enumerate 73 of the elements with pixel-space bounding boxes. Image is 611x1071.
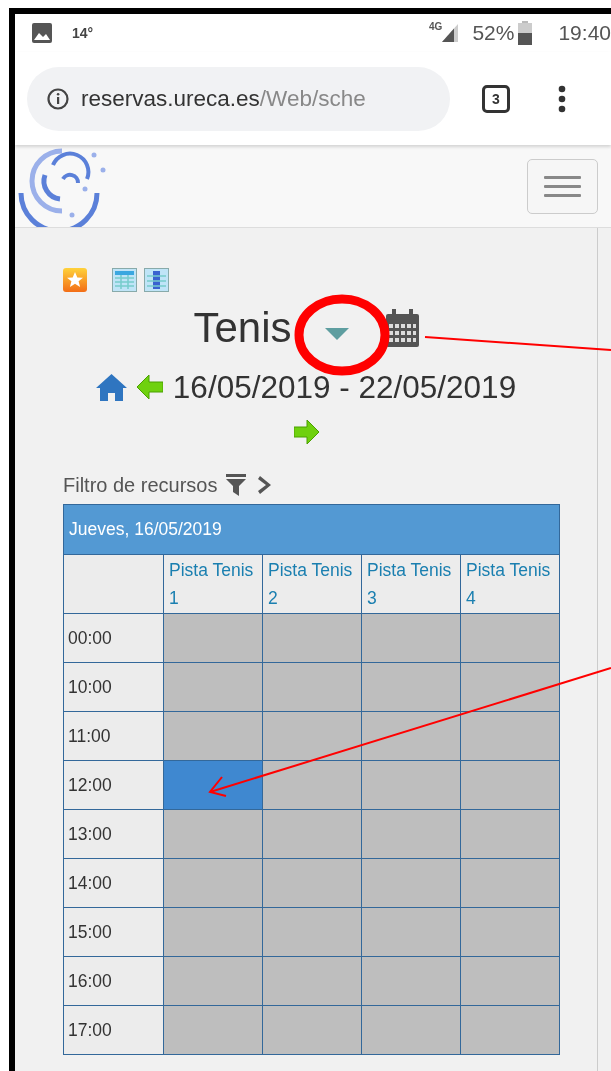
address-bar[interactable]: reservas.ureca.es/Web/sche: [27, 66, 450, 131]
signal-icon: [442, 24, 459, 42]
time-slot[interactable]: [460, 613, 560, 663]
time-slot[interactable]: [361, 711, 461, 761]
menu-button[interactable]: [527, 158, 598, 214]
clock: 19:40: [558, 21, 611, 45]
resource-link[interactable]: Pista Tenis 1: [163, 554, 263, 614]
time-slot[interactable]: [361, 662, 461, 712]
time-cell: 15:00: [63, 907, 164, 957]
chevron-right-icon[interactable]: [257, 476, 271, 494]
time-slot[interactable]: [163, 711, 263, 761]
time-slot[interactable]: [460, 662, 560, 712]
time-slot[interactable]: [262, 809, 362, 859]
time-slot[interactable]: [361, 1005, 461, 1055]
caret-icon[interactable]: [324, 328, 349, 340]
time-slot[interactable]: [460, 956, 560, 1006]
time-slot[interactable]: [262, 907, 362, 957]
time-slot[interactable]: [262, 662, 362, 712]
time-slot[interactable]: [361, 613, 461, 663]
time-slot[interactable]: [262, 613, 362, 663]
time-cell: 13:00: [63, 809, 164, 859]
time-slot[interactable]: [460, 711, 560, 761]
time-slot[interactable]: [262, 956, 362, 1006]
time-slot[interactable]: [460, 858, 560, 908]
time-slot[interactable]: [163, 613, 263, 663]
time-slot[interactable]: [262, 760, 362, 810]
resource-link[interactable]: Pista Tenis 4: [460, 554, 560, 614]
time-cell: 14:00: [63, 858, 164, 908]
time-slot[interactable]: [361, 760, 461, 810]
time-slot[interactable]: [163, 858, 263, 908]
day-header: Jueves, 16/05/2019: [63, 504, 560, 555]
battery-level: 52%: [472, 21, 515, 45]
time-slot[interactable]: [163, 956, 263, 1006]
time-slot[interactable]: [361, 858, 461, 908]
resource-link[interactable]: Pista Tenis 3: [361, 554, 461, 614]
time-slot[interactable]: [163, 809, 263, 859]
battery-icon: [518, 21, 533, 45]
filter-icon[interactable]: [225, 474, 246, 496]
home-icon[interactable]: [95, 373, 127, 401]
schedule-title: Tenis: [193, 304, 292, 352]
time-slot[interactable]: [460, 907, 560, 957]
filter-label[interactable]: Filtro de recursos: [63, 473, 218, 497]
image-icon: [32, 23, 52, 43]
time-slot[interactable]: [163, 1005, 263, 1055]
time-cell: 12:00: [63, 760, 164, 810]
time-cell: 16:00: [63, 956, 164, 1006]
temperature: 14°: [72, 25, 94, 41]
date-range: 16/05/2019 - 22/05/2019: [172, 368, 517, 406]
more-menu-icon[interactable]: [558, 84, 566, 113]
time-slot[interactable]: [262, 1005, 362, 1055]
column-table-icon[interactable]: [144, 268, 169, 292]
left-arrow-icon[interactable]: [136, 375, 163, 399]
right-arrow-icon[interactable]: [293, 420, 319, 444]
time-slot[interactable]: [361, 956, 461, 1006]
tab-count-button[interactable]: 3: [482, 84, 510, 113]
network-type: 4G: [429, 21, 443, 32]
info-icon[interactable]: [47, 87, 69, 110]
time-cell: 00:00: [63, 613, 164, 663]
time-cell: 17:00: [63, 1005, 164, 1055]
time-slot[interactable]: [460, 809, 560, 859]
time-slot[interactable]: [262, 711, 362, 761]
table-icon[interactable]: [112, 268, 137, 292]
time-slot[interactable]: [262, 858, 362, 908]
time-cell: 10:00: [63, 662, 164, 712]
time-cell: 11:00: [63, 711, 164, 761]
time-slot[interactable]: [163, 907, 263, 957]
time-slot[interactable]: [163, 662, 263, 712]
calendar-icon[interactable]: [385, 309, 419, 347]
time-slot[interactable]: [460, 760, 560, 810]
resource-link[interactable]: Pista Tenis 2: [262, 554, 362, 614]
time-slot[interactable]: [361, 907, 461, 957]
time-slot[interactable]: [361, 809, 461, 859]
time-slot[interactable]: [460, 1005, 560, 1055]
